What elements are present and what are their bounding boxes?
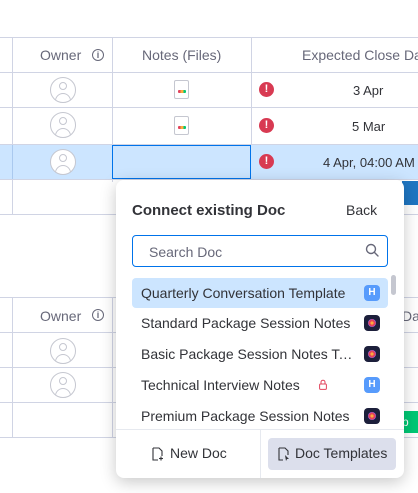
column-header-owner[interactable]: Owner (40, 308, 81, 324)
doc-image-icon (364, 346, 380, 362)
popup-footer: New Doc Doc Templates (116, 429, 404, 478)
doc-templates-button[interactable]: Doc Templates (268, 438, 396, 470)
doc-h-icon: H (364, 285, 380, 301)
doc-list[interactable]: Quarterly Conversation Template H Standa… (132, 278, 388, 428)
scrollbar[interactable] (391, 275, 396, 295)
avatar[interactable] (50, 149, 76, 175)
doc-image-icon (364, 408, 380, 424)
close-date-value[interactable]: 5 Mar (352, 119, 385, 134)
divider (0, 37, 418, 38)
new-doc-button[interactable]: New Doc (116, 430, 260, 478)
doc-label: Premium Package Session Notes (141, 408, 350, 424)
divider (260, 430, 261, 478)
doc-label: Quarterly Conversation Template (141, 285, 346, 301)
close-date-value[interactable]: 4 Apr, 04:00 AM (323, 155, 415, 170)
column-header-close-date[interactable]: Expected Close Da (302, 47, 418, 63)
new-doc-icon (152, 447, 163, 461)
list-item[interactable]: Standard Package Session Notes (132, 308, 388, 338)
doc-label: Technical Interview Notes (141, 377, 300, 393)
avatar[interactable] (50, 77, 76, 103)
column-header-notes[interactable]: Notes (Files) (142, 47, 221, 63)
divider (0, 72, 418, 73)
connect-doc-popup: Connect existing Doc Back Search Doc Qua… (116, 180, 404, 478)
status-strip (402, 181, 418, 205)
avatar[interactable] (50, 338, 76, 364)
doc-h-icon: H (364, 377, 380, 393)
list-item[interactable]: Quarterly Conversation Template H (132, 278, 388, 308)
list-item[interactable]: Basic Package Session Notes Template (132, 339, 388, 369)
close-date-value[interactable]: 3 Apr (353, 83, 383, 98)
column-header-owner[interactable]: Owner (40, 47, 81, 63)
column-header-close-date[interactable]: Da (402, 308, 418, 324)
doc-label: Standard Package Session Notes (141, 315, 351, 331)
popup-title: Connect existing Doc (132, 202, 286, 219)
divider (112, 297, 113, 437)
notes-cell-editing[interactable] (112, 145, 251, 179)
search-placeholder: Search Doc (149, 244, 223, 260)
doc-template-icon (278, 447, 289, 461)
divider (12, 297, 13, 437)
doc-image-icon (364, 315, 380, 331)
doc-label: Basic Package Session Notes Template (141, 346, 353, 362)
file-icon[interactable] (174, 116, 189, 135)
doc-templates-label: Doc Templates (295, 445, 388, 461)
list-item[interactable]: Technical Interview Notes H (132, 370, 388, 400)
list-item[interactable]: Premium Package Session Notes (132, 401, 388, 428)
file-icon[interactable] (174, 80, 189, 99)
info-icon[interactable]: i (92, 49, 104, 61)
alert-icon: ! (259, 82, 274, 97)
search-input[interactable]: Search Doc (132, 235, 388, 267)
divider (0, 107, 418, 108)
avatar[interactable] (50, 372, 76, 398)
divider (12, 37, 13, 215)
divider (12, 145, 13, 179)
alert-icon: ! (259, 154, 274, 169)
avatar[interactable] (50, 112, 76, 138)
lock-icon (319, 379, 327, 390)
alert-icon: ! (259, 118, 274, 133)
search-icon (365, 243, 379, 257)
back-button[interactable]: Back (346, 202, 377, 218)
info-icon[interactable]: i (92, 309, 104, 321)
new-doc-label: New Doc (170, 445, 227, 461)
